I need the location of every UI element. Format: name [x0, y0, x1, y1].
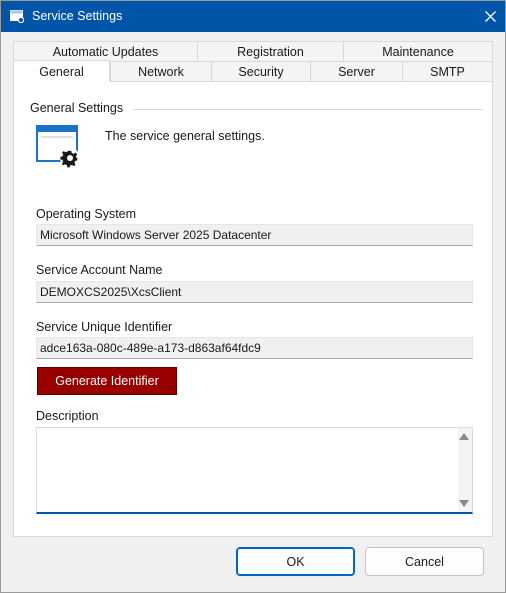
tab-label: SMTP	[430, 64, 465, 79]
titlebar: Service Settings	[1, 1, 505, 32]
os-field[interactable]: Microsoft Windows Server 2025 Datacenter	[36, 224, 473, 246]
tab-label: Automatic Updates	[52, 44, 159, 59]
close-button[interactable]	[475, 1, 505, 32]
os-value: Microsoft Windows Server 2025 Datacenter	[40, 228, 272, 242]
ok-button[interactable]: OK	[236, 547, 355, 576]
tab-label: Maintenance	[382, 44, 454, 59]
close-icon	[484, 11, 496, 22]
tab-security[interactable]: Security	[211, 61, 311, 81]
tab-label: Registration	[237, 44, 304, 59]
tab-label: General	[39, 64, 84, 79]
tab-automatic-updates[interactable]: Automatic Updates	[13, 41, 198, 61]
scroll-down-arrow-icon[interactable]	[459, 500, 469, 507]
tab-smtp[interactable]: SMTP	[402, 61, 493, 81]
description-textarea[interactable]	[36, 427, 473, 514]
identifier-field[interactable]: adce163a-080c-489e-a173-d863af64fdc9	[36, 337, 473, 359]
general-tab-page: General Settings The service general set…	[13, 81, 493, 537]
window-title: Service Settings	[32, 9, 123, 23]
tab-label: Network	[138, 64, 184, 79]
description-label: Description	[36, 409, 99, 423]
tab-maintenance[interactable]: Maintenance	[343, 41, 493, 61]
tab-label: Server	[338, 64, 375, 79]
account-field[interactable]: DEMOXCS2025\XcsClient	[36, 281, 473, 303]
identifier-label: Service Unique Identifier	[36, 320, 173, 334]
group-title: General Settings	[30, 101, 130, 115]
account-value: DEMOXCS2025\XcsClient	[40, 285, 182, 299]
os-label: Operating System	[36, 207, 137, 221]
cancel-button[interactable]: Cancel	[365, 547, 484, 576]
tab-registration[interactable]: Registration	[197, 41, 344, 61]
account-label: Service Account Name	[36, 263, 163, 277]
group-divider	[134, 109, 482, 110]
window-gear-icon	[36, 125, 80, 168]
service-settings-window: Service Settings Automatic Updates Regis…	[0, 0, 506, 593]
tab-label: Security	[238, 64, 284, 79]
identifier-value: adce163a-080c-489e-a173-d863af64fdc9	[40, 341, 261, 355]
description-scrollbar[interactable]	[458, 428, 472, 512]
scroll-up-arrow-icon[interactable]	[459, 433, 469, 440]
page-description: The service general settings.	[105, 129, 265, 143]
app-window-icon	[10, 10, 24, 23]
generate-identifier-button[interactable]: Generate Identifier	[37, 367, 177, 395]
tab-network[interactable]: Network	[110, 61, 212, 81]
tab-general[interactable]: General	[13, 60, 110, 82]
tab-server[interactable]: Server	[310, 61, 403, 81]
